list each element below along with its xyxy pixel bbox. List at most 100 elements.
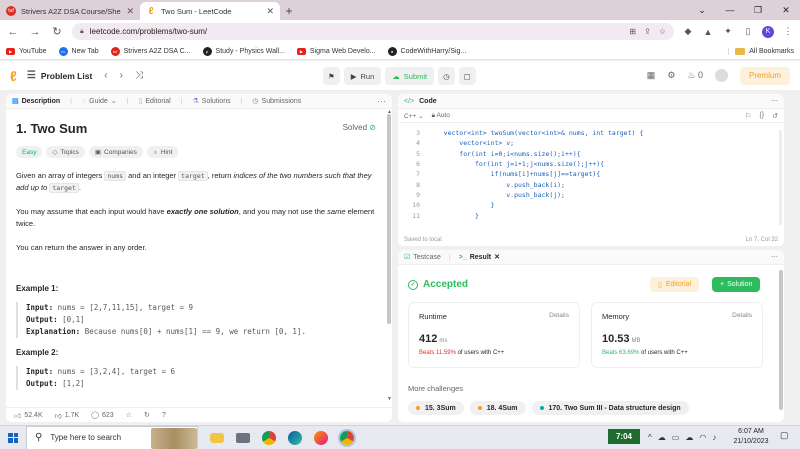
tab-testcase[interactable]: ☑ Testcase (404, 253, 441, 262)
reset-icon[interactable]: ↺ (772, 112, 778, 120)
next-problem-icon[interactable]: › (120, 70, 123, 81)
runtime-details-link[interactable]: Details (549, 312, 569, 321)
code-scrollbar[interactable] (779, 130, 782, 225)
browser-tab-strivers[interactable]: tuf Strivers A2Z DSA Course/Sheet ✕ (0, 2, 140, 20)
tab-editorial[interactable]: ▯ Editorial (139, 97, 171, 106)
tab-submissions[interactable]: ◷ Submissions (252, 97, 301, 106)
start-button[interactable] (0, 426, 26, 449)
new-tab-button[interactable]: + (280, 2, 298, 20)
layout-icon[interactable]: ▦ (647, 70, 656, 81)
bookmark-new-tab[interactable]: m New Tab (58, 46, 99, 56)
url-input[interactable]: 🔒︎ leetcode.com/problems/two-sum/ ⊞ ⇪ ☆ (72, 23, 674, 40)
shuffle-icon[interactable]: ⤨ (135, 70, 143, 81)
notifications-icon[interactable]: ▢ (780, 430, 789, 441)
topics-tag[interactable]: ◇ Topics (46, 146, 85, 158)
memory-details-link[interactable]: Details (732, 312, 752, 321)
bookmark-strivers[interactable]: tuf Strivers A2Z DSA C... (110, 46, 191, 56)
edge-icon[interactable] (288, 430, 302, 445)
prev-problem-icon[interactable]: ‹ (104, 70, 107, 81)
cloud-icon[interactable]: ☁ (658, 433, 666, 442)
bookmark-star-icon[interactable]: ☆ (659, 27, 666, 36)
premium-button[interactable]: Premium (739, 66, 790, 85)
all-bookmarks-button[interactable]: All Bookmarks (728, 47, 794, 55)
taskbar-search-input[interactable]: ⚲ Type here to search (26, 425, 198, 449)
challenge-link-3sum[interactable]: 15. 3Sum (408, 401, 464, 415)
scroll-down-icon[interactable]: ▼ (387, 396, 392, 402)
tab-description[interactable]: ▤ Description (12, 97, 60, 106)
auto-mode-toggle[interactable]: 🔒︎ Auto (432, 112, 450, 120)
window-close-icon[interactable]: ✕ (772, 0, 800, 20)
more-options-icon[interactable]: ⋯ (377, 96, 386, 107)
settings-gear-icon[interactable]: ⚙ (667, 70, 675, 81)
favorite-button[interactable]: ☆ (126, 411, 132, 419)
bookmark-physics-wallah[interactable]: p Study - Physics Wall... (202, 46, 285, 56)
runtime-card[interactable]: Runtime Details 412 ms Beats 11.59% of use… (408, 302, 580, 368)
streak-counter[interactable]: ♨ 0 (687, 70, 703, 81)
forward-icon[interactable]: → (28, 26, 42, 38)
restore-icon[interactable]: ❐ (744, 0, 772, 20)
challenge-link-two-sum-iii[interactable]: 170. Two Sum III - Data structure design (531, 401, 689, 415)
notes-button[interactable]: ▢ (458, 67, 476, 85)
minimize-icon[interactable]: — (716, 0, 744, 20)
timer-button[interactable]: ◷ (438, 67, 455, 85)
close-icon[interactable]: ✕ (126, 6, 134, 17)
bookmark-sigma-web[interactable]: ▶ Sigma Web Develo... (296, 47, 376, 55)
show-hidden-icons-icon[interactable]: ^ (648, 433, 652, 442)
result-scrollbar[interactable] (779, 270, 783, 410)
tab-code[interactable]: Code (419, 98, 437, 105)
user-avatar[interactable] (714, 69, 728, 82)
lock-icon[interactable]: 🔒︎ (80, 28, 84, 36)
close-icon[interactable]: ✕ (494, 253, 500, 261)
battery-icon[interactable]: ▭ (672, 433, 680, 442)
problem-list-button[interactable]: ☰ Problem List (27, 70, 92, 81)
share-icon[interactable]: ⇪ (644, 27, 651, 36)
run-button[interactable]: ▶ Run (343, 67, 382, 85)
translate-icon[interactable]: ⊞ (629, 27, 636, 36)
more-menu-icon[interactable]: ⋮ (782, 26, 794, 37)
tab-search-icon[interactable]: ⌄ (688, 0, 716, 20)
hint-tag[interactable]: ♁ Hint (146, 146, 179, 158)
chrome-active-icon[interactable] (338, 428, 356, 447)
taskbar-clock[interactable]: 6:07 AM 21/10/2023 (730, 427, 772, 447)
back-icon[interactable]: ← (6, 26, 20, 38)
like-button[interactable]: 👍︎ 52.4K (14, 411, 43, 420)
comments-button[interactable]: ◯ 623 (91, 411, 114, 420)
more-options-icon[interactable]: ⋯ (771, 97, 778, 105)
browser-tab-two-sum[interactable]: ℓ Two Sum - LeetCode ✕ (140, 2, 280, 20)
code-editor[interactable]: 3 vector<int> twoSum(vector<int>& nums, … (398, 128, 778, 228)
memory-card[interactable]: Memory Details 10.53 MB Beats 63.69% of us… (591, 302, 763, 368)
tab-guide[interactable]: ◌ Guide ⌄ (82, 97, 117, 106)
more-options-icon[interactable]: ⋯ (771, 253, 778, 261)
close-icon[interactable]: ✕ (266, 6, 274, 17)
solution-button[interactable]: + Solution (712, 277, 761, 292)
dislike-button[interactable]: 👎︎ 1.7K (55, 411, 80, 420)
extension-icon[interactable]: ◆ (682, 26, 694, 37)
reload-icon[interactable]: ↻ (50, 25, 64, 38)
challenge-link-4sum[interactable]: 18. 4Sum (469, 401, 526, 415)
tab-result[interactable]: >_ Result ✕ (459, 253, 500, 262)
firefox-icon[interactable] (314, 430, 328, 445)
format-braces-icon[interactable]: {} (759, 112, 764, 120)
profile-avatar[interactable]: K (762, 25, 774, 38)
timer-widget[interactable]: 7:04 (608, 429, 640, 444)
tab-solutions[interactable]: ⚗ Solutions (193, 97, 231, 106)
bookmark-youtube[interactable]: ▶ YouTube (6, 47, 47, 55)
submit-button[interactable]: ☁ Submit (385, 67, 435, 85)
camera-icon[interactable] (236, 432, 250, 443)
editorial-button[interactable]: ▯ Editorial (650, 277, 700, 292)
side-panel-icon[interactable]: ▯ (742, 26, 754, 37)
extensions-puzzle-icon[interactable]: ✦ (722, 26, 734, 37)
description-scrollbar[interactable] (387, 114, 391, 324)
file-explorer-icon[interactable] (210, 432, 224, 443)
wifi-icon[interactable]: ◠ (699, 433, 706, 442)
help-button[interactable]: ? (162, 412, 166, 419)
debug-button[interactable]: ⚑ (323, 67, 340, 85)
chrome-icon[interactable] (262, 430, 276, 445)
share-button[interactable]: ↻ (144, 411, 150, 419)
bookmark-codewithharry[interactable]: ● CodeWithHarry/Sig... (387, 46, 466, 56)
volume-icon[interactable]: ♪ (712, 433, 716, 442)
companies-tag[interactable]: ▣ Companies (88, 146, 143, 158)
onedrive-icon[interactable]: ☁ (685, 433, 693, 442)
leetcode-logo-icon[interactable]: ℓ (10, 68, 17, 84)
extension-icon[interactable]: ▲ (702, 27, 714, 37)
